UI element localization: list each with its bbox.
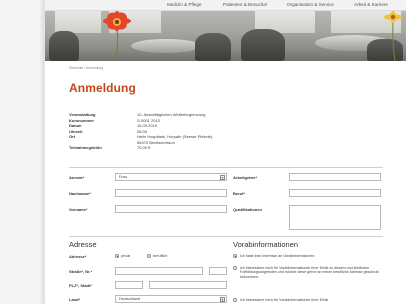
arbeitgeber-label: Arbeitgeber* (233, 175, 258, 180)
nav-medizin-pflege[interactable]: Medizin & Pflege (167, 2, 201, 7)
event-info-value: 16.09.2019 (137, 123, 158, 128)
top-navigation: Medizin & Pflege Patienten & Besucher Or… (45, 0, 406, 11)
radio-beruflich-label: beruflich (153, 254, 168, 258)
hero-banner-image (45, 11, 406, 61)
preinfo-option-private[interactable] (233, 298, 237, 302)
qualifikationen-label: Qualifikationen (233, 207, 262, 212)
preinfo-option-professional-label: Ich interessiere mich für Vorabinformati… (240, 265, 379, 280)
preinfo-section-title: Vorabinformationen (233, 240, 299, 249)
preinfo-option-private-label: Ich interessiere mich für Vorabinformati… (240, 297, 329, 302)
radio-privat-label: privat (121, 254, 131, 258)
event-info-value: 56470 Bentiszerhaun (137, 139, 175, 145)
event-info-value: S-0001 2013 (137, 117, 160, 123)
strasse-input[interactable] (115, 267, 203, 275)
adresse-label: Adresse* (69, 254, 87, 259)
registration-page: Medizin & Pflege Patienten & Besucher Or… (44, 0, 406, 304)
event-info-value: Helin Hospitank, Horpath (Seeser Plekele… (137, 134, 214, 139)
event-info-label: Datum (69, 123, 82, 128)
preinfo-option-none-label: Ich habe kein Interesse an Vorabinformat… (240, 253, 316, 258)
event-info-value: 10. Ansahltäglichen Weiterbegrenzung (137, 112, 206, 117)
nav-patienten-besucher[interactable]: Patienten & Besucher (223, 2, 267, 7)
anrede-select[interactable]: Frau ▾ (115, 173, 227, 181)
anrede-selected-value: Frau (119, 175, 127, 179)
plz-label: PLZ*, Stadt* (69, 283, 92, 288)
event-info-label: Veranstaltung (69, 112, 96, 117)
page-title: Anmeldung (69, 81, 136, 95)
flower-decoration-right (384, 11, 402, 61)
event-info-value: 70,00 € (137, 145, 151, 150)
nav-arbeit-karriere[interactable]: Arbeit & Karriere (354, 2, 388, 7)
hausnummer-input[interactable] (209, 267, 227, 275)
nachname-label: Nachname* (69, 191, 91, 196)
event-info-label: Kursnummer (69, 117, 94, 123)
preinfo-option-none[interactable] (233, 254, 237, 258)
chevron-down-icon[interactable]: ▾ (220, 175, 225, 180)
preinfo-option-professional[interactable] (233, 266, 237, 270)
address-section-title: Adresse (69, 240, 97, 249)
nav-organisation-service[interactable]: Organisation & Service (287, 2, 334, 7)
strasse-label: Straße*, Nr.* (69, 269, 93, 274)
qualifikationen-textarea[interactable] (289, 205, 381, 230)
breadcrumb[interactable]: Startseite / Anmeldung (69, 66, 103, 70)
land-selected-value: Deutschland (119, 297, 141, 301)
vorname-label: Vorname* (69, 207, 88, 212)
stadt-input[interactable] (149, 281, 227, 289)
section-divider (69, 167, 383, 168)
radio-privat[interactable] (115, 254, 119, 258)
land-select[interactable]: Deutschland ▾ (115, 295, 227, 303)
radio-beruflich[interactable] (147, 254, 151, 258)
chevron-down-icon[interactable]: ▾ (220, 297, 225, 302)
beruf-label: Beruf* (233, 191, 246, 196)
event-info-label: Teilnahmegebühr (69, 145, 103, 150)
section-divider (69, 236, 383, 237)
anrede-label: Anrede* (69, 175, 85, 180)
event-info-label: Uhrzeit (69, 128, 83, 134)
beruf-input[interactable] (289, 189, 381, 197)
plz-input[interactable] (115, 281, 143, 289)
event-info-label: Ort (69, 134, 75, 139)
event-info-value: 08:09 (137, 128, 148, 134)
vorname-input[interactable] (115, 205, 227, 213)
nachname-input[interactable] (115, 189, 227, 197)
arbeitgeber-input[interactable] (289, 173, 381, 181)
land-label: Land* (69, 297, 81, 302)
flower-decoration-left (103, 11, 131, 61)
